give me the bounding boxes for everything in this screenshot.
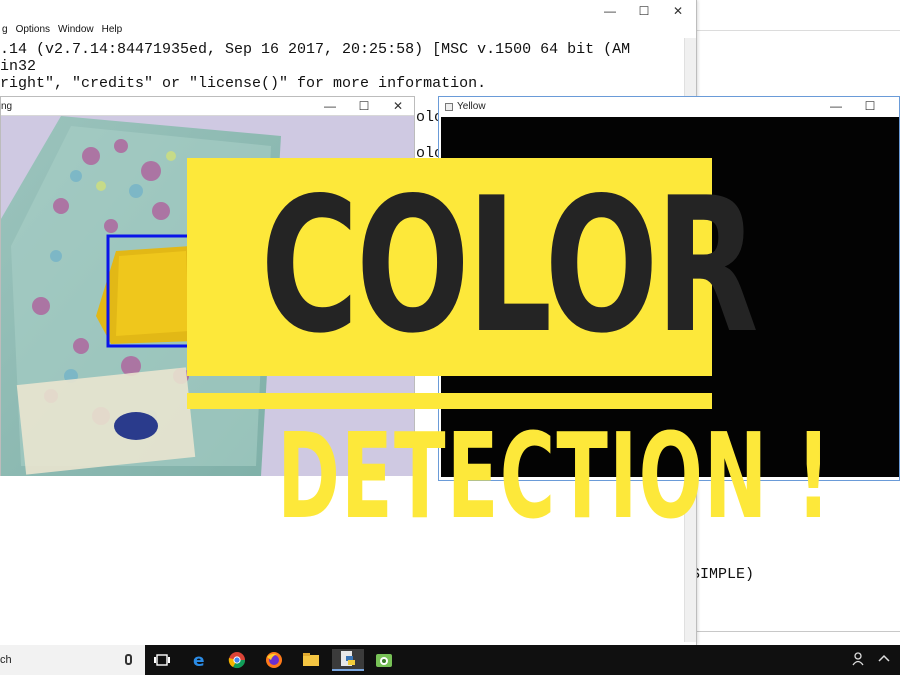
taskbar-search-box[interactable]: ch <box>0 645 145 675</box>
menu-help[interactable]: Help <box>100 24 129 38</box>
windows-taskbar: ch e <box>0 645 900 675</box>
shell-menubar: g Options Window Help <box>0 24 128 38</box>
chevron-up-icon[interactable] <box>878 652 890 666</box>
people-icon[interactable] <box>852 652 866 669</box>
title-banner-top: COLOR <box>187 157 759 376</box>
close-button[interactable]: ✕ <box>661 3 695 19</box>
shell-titlebar[interactable]: — ☐ ✕ <box>0 0 696 22</box>
minimize-button[interactable]: — <box>819 98 853 114</box>
background-code-line: SIMPLE) <box>691 566 755 583</box>
menu-options[interactable]: Options <box>14 24 56 38</box>
maximize-button[interactable]: ☐ <box>853 98 887 114</box>
minimize-button[interactable]: — <box>313 98 347 114</box>
background-titlebar[interactable] <box>691 0 900 31</box>
android-studio-icon[interactable] <box>372 649 396 671</box>
file-explorer-icon[interactable] <box>299 649 323 671</box>
chrome-icon[interactable] <box>225 649 249 671</box>
yellow-titlebar[interactable]: Yellow — ☐ <box>439 97 899 116</box>
microphone-icon[interactable] <box>125 654 132 665</box>
shell-window-controls: — ☐ ✕ <box>593 3 695 19</box>
minimize-button[interactable]: — <box>593 3 627 19</box>
camera-window-title: ng <box>1 101 13 112</box>
window-app-icon <box>445 102 453 111</box>
shell-line: .14 (v2.7.14:84471935ed, Sep 16 2017, 20… <box>0 41 631 58</box>
python-idle-icon[interactable] <box>332 649 364 671</box>
banner-word-color: COLOR <box>260 157 759 374</box>
menu-debugging[interactable]: g <box>0 24 14 38</box>
shell-line: right", "credits" or "license()" for mor… <box>0 75 487 92</box>
svg-text:e: e <box>193 651 205 669</box>
close-button[interactable]: ✕ <box>381 98 415 114</box>
camera-titlebar[interactable]: ng — ☐ ✕ <box>1 97 414 116</box>
menu-window[interactable]: Window <box>56 24 100 38</box>
maximize-button[interactable]: ☐ <box>627 3 661 19</box>
task-view-icon[interactable] <box>150 649 174 671</box>
search-text: ch <box>0 654 12 666</box>
camera-window-controls: — ☐ ✕ <box>313 98 415 114</box>
maximize-button[interactable]: ☐ <box>347 98 381 114</box>
yellow-window-title: Yellow <box>457 101 486 112</box>
firefox-icon[interactable] <box>262 649 286 671</box>
yellow-window-controls: — ☐ <box>819 98 887 114</box>
edge-icon[interactable]: e <box>188 649 212 671</box>
banner-word-detection: DETECTION ! <box>277 407 832 545</box>
